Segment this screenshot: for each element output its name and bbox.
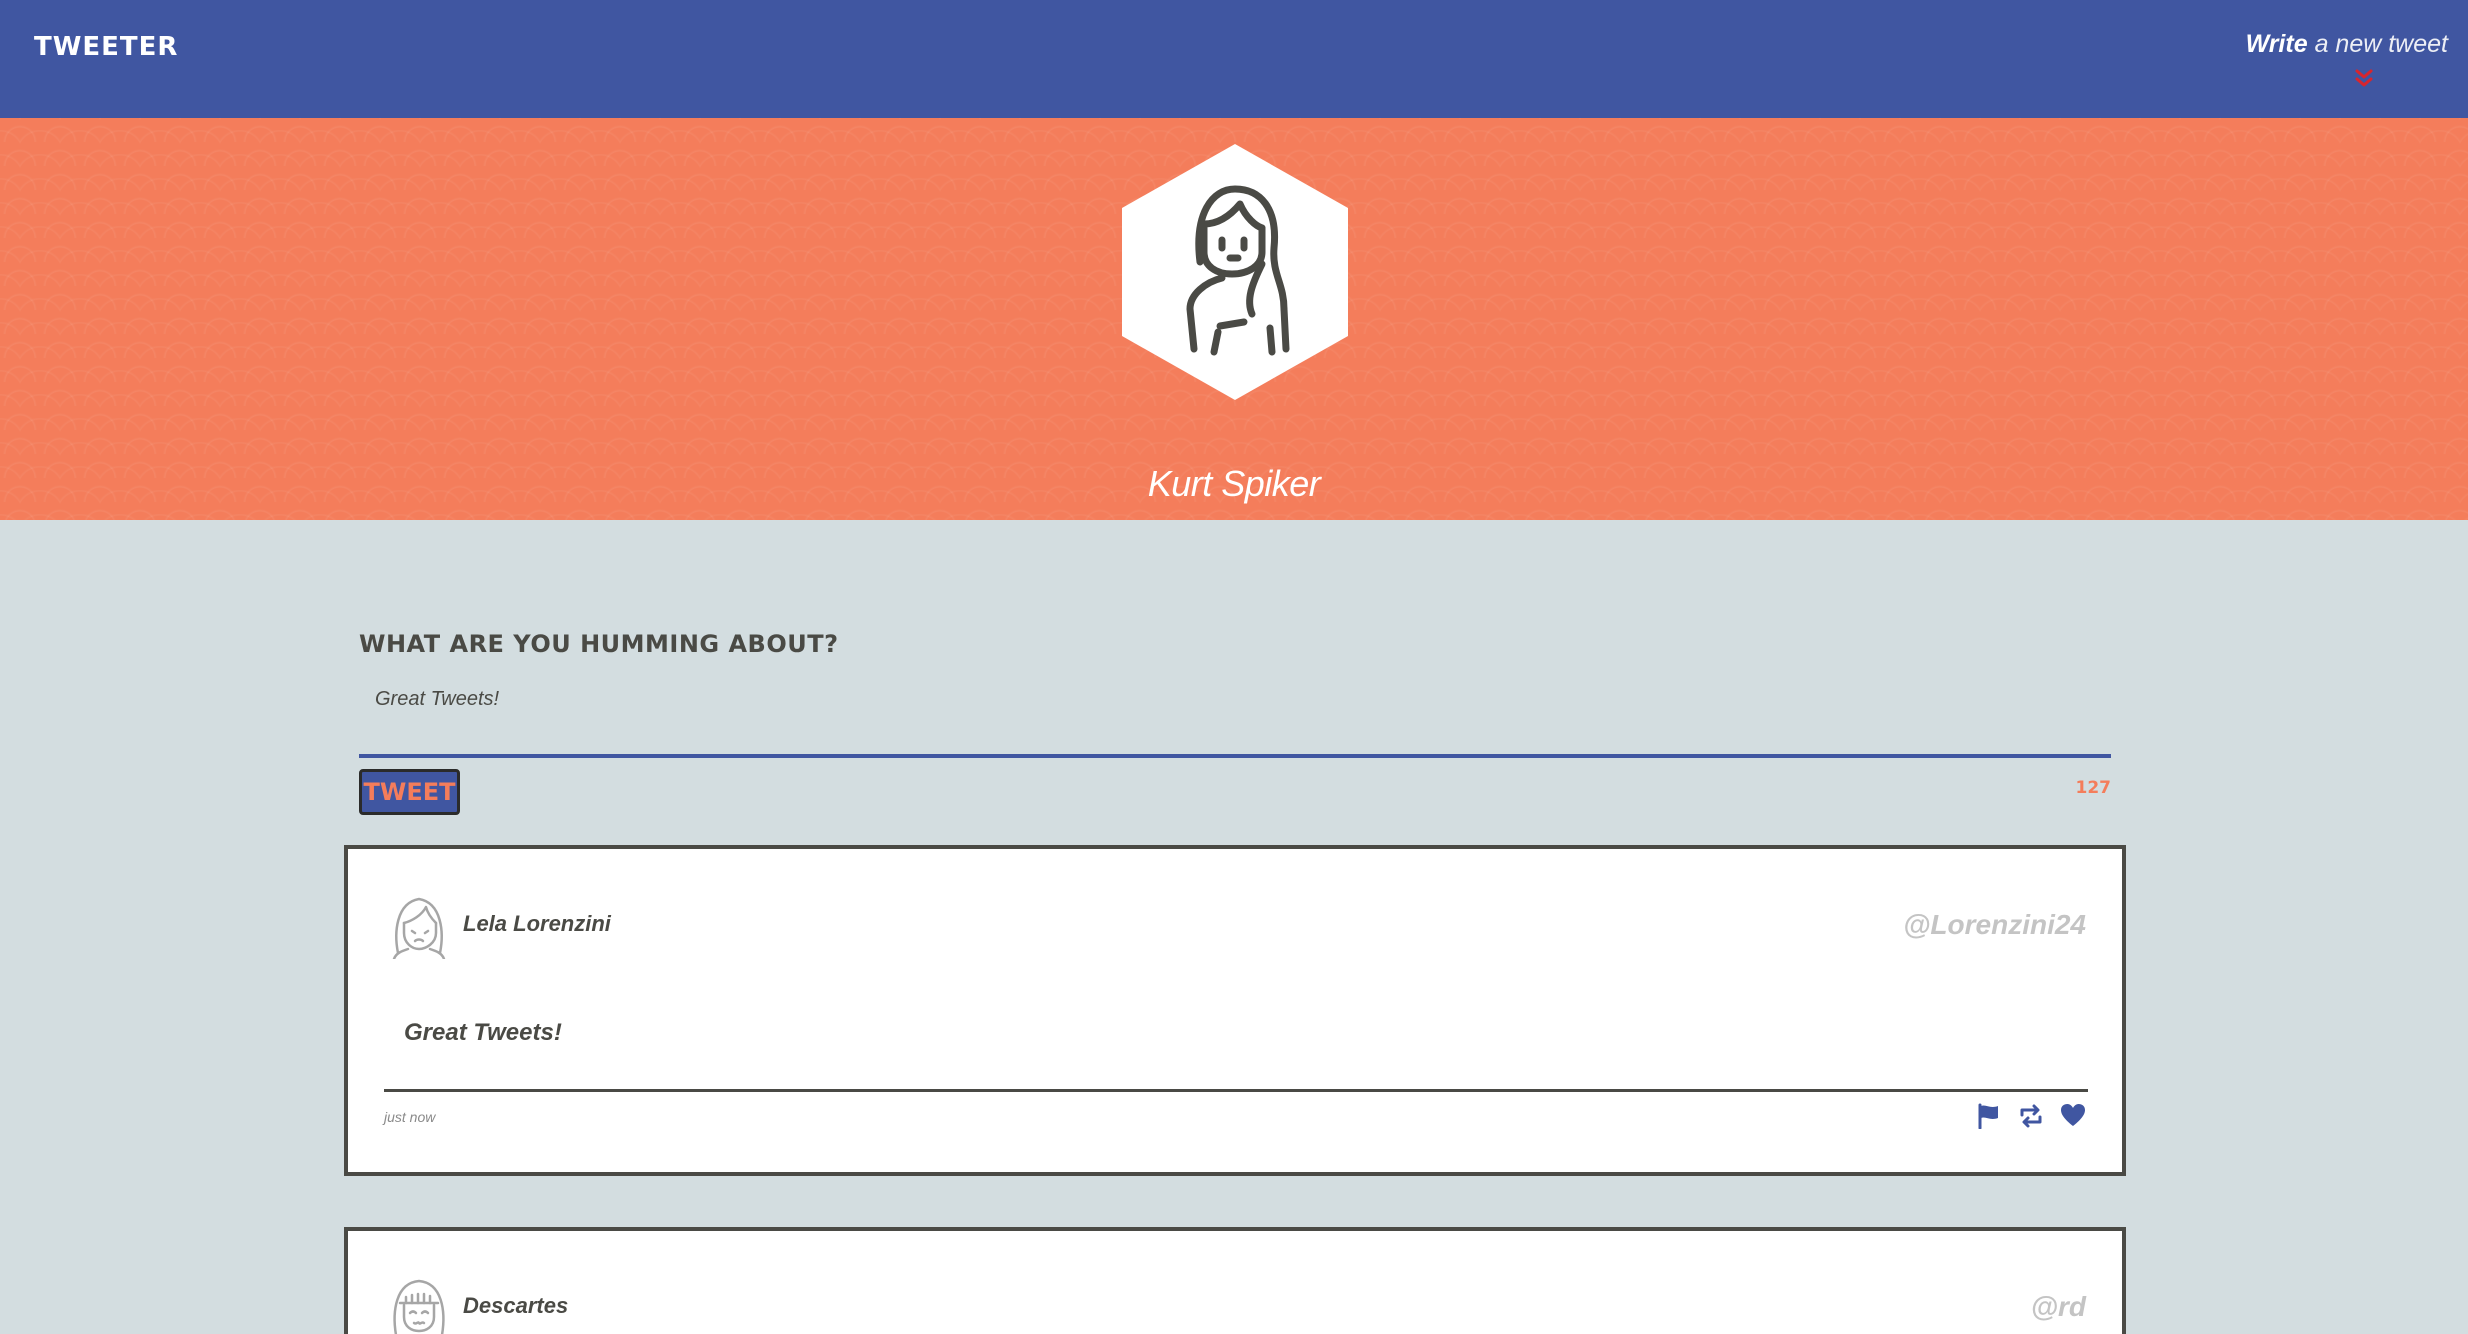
top-nav: TWEETER Write a new tweet	[0, 0, 2468, 118]
tweet-author-name: Descartes	[463, 1293, 569, 1318]
brand-logo[interactable]: TWEETER	[34, 32, 178, 62]
tweet-divider	[384, 1089, 2088, 1092]
double-chevron-down-icon	[2355, 69, 2373, 87]
profile-avatar	[1122, 144, 1348, 400]
flag-icon[interactable]	[1976, 1103, 2002, 1129]
write-label: Write	[2245, 30, 2308, 58]
compose-section: What are you humming about? Great Tweets…	[359, 630, 2111, 815]
tweet-button[interactable]: Tweet	[359, 769, 460, 815]
tweet-body: Great Tweets!	[404, 1019, 562, 1046]
profile-hero: Kurt Spiker	[0, 118, 2468, 520]
user-avatar	[392, 897, 446, 959]
tweet-author-name: Lela Lorenzini	[463, 911, 611, 936]
compose-heading: What are you humming about?	[359, 630, 839, 658]
retweet-icon[interactable]	[2018, 1103, 2044, 1129]
profile-name: Kurt Spiker	[1147, 463, 1321, 504]
tweet-card: Descartes @rd	[344, 1227, 2126, 1334]
tweet-textarea[interactable]: Great Tweets!	[375, 688, 499, 711]
new-tweet-label: a new tweet	[2314, 30, 2448, 58]
user-avatar	[393, 1279, 445, 1334]
tweet-timestamp: just now	[384, 1109, 436, 1125]
character-counter: 127	[2075, 778, 2112, 798]
tweet-actions	[1976, 1103, 2086, 1129]
write-new-tweet-toggle[interactable]: Write a new tweet	[2245, 30, 2448, 87]
heart-icon[interactable]	[2060, 1103, 2086, 1129]
tweet-author-handle: @Lorenzini24	[1903, 909, 2086, 940]
compose-underline	[359, 754, 2111, 758]
tweet-author-handle: @rd	[2030, 1291, 2086, 1322]
tweet-card: Lela Lorenzini @Lorenzini24 Great Tweets…	[344, 845, 2126, 1176]
